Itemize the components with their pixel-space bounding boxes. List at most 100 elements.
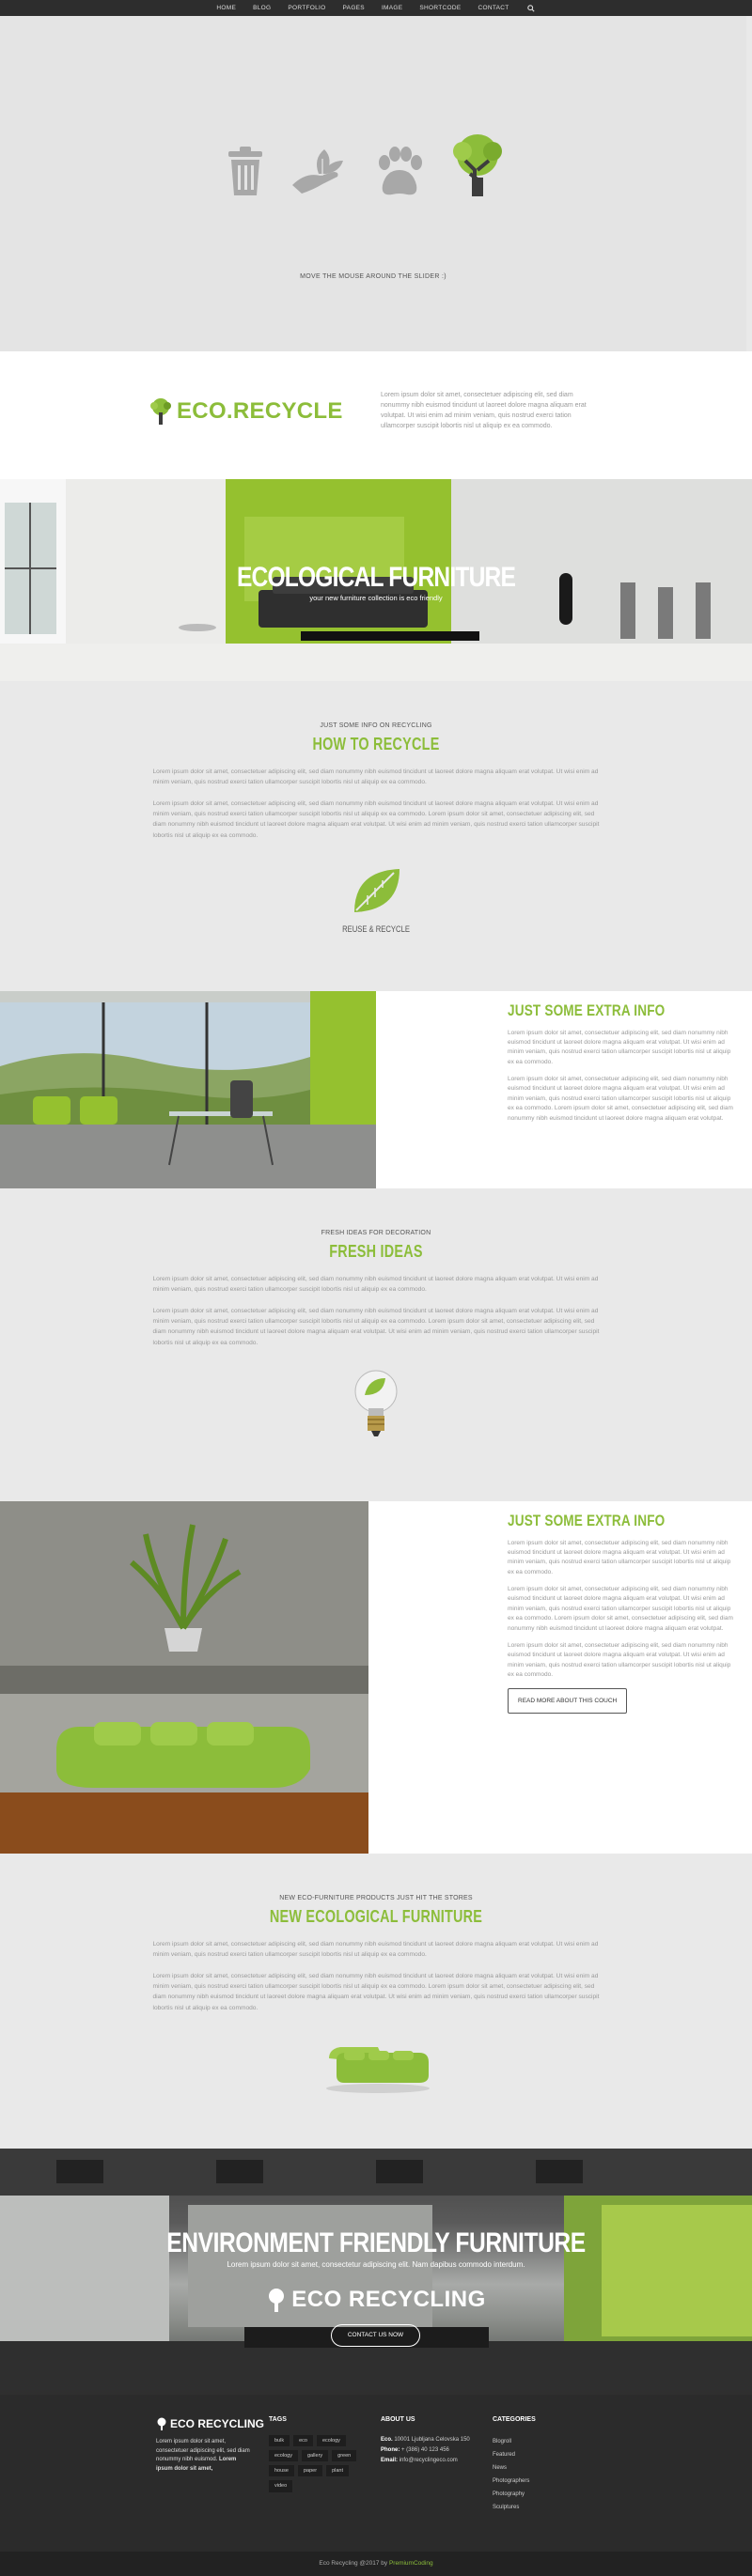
fresh-kicker: FRESH IDEAS FOR DECORATION: [321, 1230, 431, 1236]
category-link[interactable]: Featured: [493, 2448, 536, 2461]
category-link[interactable]: Sculptures: [493, 2501, 536, 2514]
hero2-subtitle: Lorem ipsum dolor sit amet, consectetur …: [227, 2260, 525, 2269]
footer-brand[interactable]: ECO RECYCLING: [156, 2415, 264, 2432]
newfurn-kicker: NEW ECO-FURNITURE PRODUCTS JUST HIT THE …: [279, 1895, 473, 1901]
address-label: Eco.: [381, 2436, 393, 2443]
tag-item[interactable]: ecology: [269, 2449, 298, 2461]
footer-about-title: ABOUT US: [381, 2416, 415, 2423]
footer-email: Email: info@recyclingeco.com: [381, 2456, 470, 2466]
reuse-caption: REUSE & RECYCLE: [342, 923, 410, 934]
intro-text: Lorem ipsum dolor sit amet, consectetuer…: [381, 392, 587, 429]
category-link[interactable]: Photography: [493, 2488, 536, 2501]
phone-label: Phone:: [381, 2446, 400, 2453]
logo-band: ECO.RECYCLE Lorem ipsum dolor sit amet, …: [0, 351, 752, 479]
footer-tags-col: TAGS bulk eco ecology ecology gallery gr…: [269, 2415, 363, 2492]
recycle-title: HOW TO RECYCLE: [312, 734, 440, 753]
slider-hint: MOVE THE MOUSE AROUND THE SLIDER :): [300, 273, 446, 280]
newfurn-para-2: Lorem ipsum dolor sit amet, consectetuer…: [152, 1972, 600, 2011]
nav-pages[interactable]: PAGES: [343, 4, 365, 13]
hand-leaf-icon: [292, 149, 343, 194]
interior-illustration: [0, 2149, 752, 2395]
address-value: 10001 Ljubljana Celovska 150: [394, 2436, 470, 2443]
page: HOME BLOG PORTFOLIO PAGES IMAGE SHORTCOD…: [0, 0, 752, 2576]
tree-icon: [453, 134, 502, 196]
phone-value: + (386) 40 123 456: [401, 2446, 449, 2453]
extra-info-1-para-2: Lorem ipsum dolor sit amet, consectetuer…: [508, 1076, 733, 1122]
contact-us-button[interactable]: CONTACT US NOW: [331, 2324, 420, 2347]
fresh-para-1: Lorem ipsum dolor sit amet, consectetuer…: [152, 1275, 599, 1293]
hero-ecological-furniture: ECOLOGICAL FURNITURE your new furniture …: [0, 479, 752, 681]
hero-environment-friendly: ENVIRONMENT FRIENDLY FURNITURE Lorem ips…: [0, 2149, 752, 2395]
tag-item[interactable]: paper: [298, 2465, 323, 2477]
footer-brand-text: ECO RECYCLING: [170, 2417, 265, 2430]
search-icon[interactable]: [526, 4, 536, 13]
newfurn-para-1: Lorem ipsum dolor sit amet, consectetuer…: [152, 1940, 599, 1958]
footer-address: Eco. 10001 Ljubljana Celovska 150: [381, 2435, 470, 2445]
hero2-logo: ECO RECYCLING: [0, 2283, 752, 2317]
tag-item[interactable]: green: [332, 2449, 357, 2461]
leaf-icon: [354, 868, 400, 912]
tag-item[interactable]: plant: [326, 2465, 350, 2477]
footer-categories-col: CATEGORIES Blogroll Featured News Photog…: [493, 2415, 536, 2514]
email-link[interactable]: info@recyclingeco.com: [400, 2458, 458, 2463]
paw-print-icon: [379, 147, 422, 195]
tag-item[interactable]: ecology: [316, 2434, 346, 2446]
main-nav: HOME BLOG PORTFOLIO PAGES IMAGE SHORTCOD…: [0, 0, 752, 16]
hero1-subtitle: your new furniture collection is eco fri…: [309, 594, 443, 602]
extra-info-1: JUST SOME EXTRA INFO Lorem ipsum dolor s…: [0, 991, 752, 1188]
icon-slider[interactable]: MOVE THE MOUSE AROUND THE SLIDER :): [0, 16, 746, 351]
light-bulb-icon: [354, 1370, 398, 1436]
category-link[interactable]: Blogroll: [493, 2435, 536, 2448]
footer-tree-icon: [157, 2417, 166, 2430]
email-label: Email:: [381, 2458, 399, 2464]
fresh-ideas-section: FRESH IDEAS FOR DECORATION FRESH IDEAS L…: [0, 1188, 752, 1501]
how-to-recycle-section: JUST SOME INFO ON RECYCLING HOW TO RECYC…: [0, 681, 752, 991]
footer-phone: Phone: + (386) 40 123 456: [381, 2445, 470, 2456]
nav-portfolio[interactable]: PORTFOLIO: [288, 4, 325, 13]
fresh-para-2: Lorem ipsum dolor sit amet, consectetuer…: [152, 1307, 600, 1346]
footer-tags-title: TAGS: [269, 2416, 287, 2423]
tag-cloud: bulk eco ecology ecology gallery green h…: [269, 2434, 363, 2492]
tag-item[interactable]: video: [269, 2480, 293, 2492]
tag-item[interactable]: eco: [293, 2434, 313, 2446]
recycle-para-2: Lorem ipsum dolor sit amet, consectetuer…: [152, 799, 600, 839]
extra-info-2-text: JUST SOME EXTRA INFO Lorem ipsum dolor s…: [508, 1509, 738, 1715]
extra-info-1-text: JUST SOME EXTRA INFO Lorem ipsum dolor s…: [508, 999, 738, 1131]
copyright-text: Eco Recycling @2017 by: [319, 2560, 388, 2568]
copyright-author-link[interactable]: PremiumCoding: [389, 2559, 433, 2568]
nav-home[interactable]: HOME: [216, 4, 236, 13]
footer-about-text: Lorem ipsum dolor sit amet, consectetuer…: [156, 2438, 250, 2474]
recycle-para-1: Lorem ipsum dolor sit amet, consectetuer…: [152, 768, 599, 785]
category-link[interactable]: Photographers: [493, 2475, 536, 2488]
extra-info-1-title: JUST SOME EXTRA INFO: [508, 1001, 666, 1019]
new-furniture-section: NEW ECO-FURNITURE PRODUCTS JUST HIT THE …: [0, 1854, 752, 2149]
green-sofa-icon: [326, 2046, 430, 2093]
extra-info-2-para-1: Lorem ipsum dolor sit amet, consectetuer…: [508, 1539, 731, 1575]
extra-info-2-para-2: Lorem ipsum dolor sit amet, consectetuer…: [508, 1586, 733, 1632]
tag-item[interactable]: house: [269, 2465, 294, 2477]
office-photo: [0, 991, 376, 1188]
couch-photo: [0, 1501, 368, 1854]
extra-info-2-title: JUST SOME EXTRA INFO: [508, 1512, 666, 1529]
footer-contact-col: ABOUT US Eco. 10001 Ljubljana Celovska 1…: [381, 2415, 470, 2467]
copyright-bar: Eco Recycling @2017 by PremiumCoding: [0, 2552, 752, 2576]
nav-contact[interactable]: CONTACT: [478, 4, 509, 13]
tree-logo-icon: [150, 398, 171, 425]
tag-item[interactable]: gallery: [301, 2449, 329, 2461]
trash-can-icon: [228, 147, 262, 195]
logo-text: ECO.RECYCLE: [177, 398, 343, 424]
extra-info-2: JUST SOME EXTRA INFO Lorem ipsum dolor s…: [0, 1501, 752, 1854]
nav-image[interactable]: IMAGE: [382, 4, 402, 13]
site-logo[interactable]: ECO.RECYCLE: [149, 395, 343, 428]
tree-logo-white-icon: [269, 2289, 285, 2312]
extra-info-2-para-3: Lorem ipsum dolor sit amet, consectetuer…: [508, 1642, 731, 1679]
footer: ECO RECYCLING Lorem ipsum dolor sit amet…: [0, 2395, 752, 2552]
nav-blog[interactable]: BLOG: [253, 4, 271, 13]
extra-info-1-para-1: Lorem ipsum dolor sit amet, consectetuer…: [508, 1029, 731, 1065]
nav-shortcode[interactable]: SHORTCODE: [419, 4, 461, 13]
read-more-button[interactable]: READ MORE ABOUT THIS COUCH: [508, 1687, 628, 1715]
category-link[interactable]: News: [493, 2461, 536, 2475]
tag-item[interactable]: bulk: [269, 2434, 290, 2446]
hero2-title: ENVIRONMENT FRIENDLY FURNITURE: [166, 2227, 586, 2258]
hero2-brand: ECO RECYCLING: [291, 2287, 486, 2312]
